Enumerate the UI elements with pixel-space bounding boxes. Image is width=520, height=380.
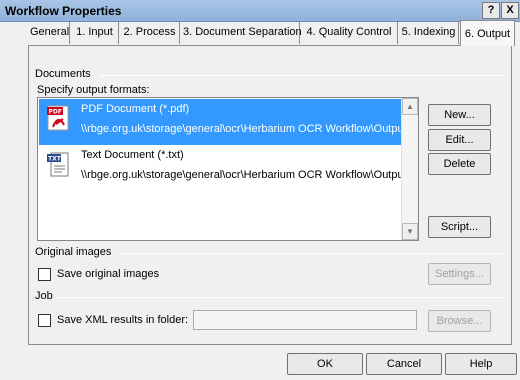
job-divider bbox=[58, 297, 504, 298]
tab-input[interactable]: 1. Input bbox=[71, 22, 119, 44]
documents-group-label: Documents bbox=[35, 68, 95, 80]
cancel-button[interactable]: Cancel bbox=[366, 353, 442, 375]
xml-folder-field[interactable] bbox=[193, 310, 417, 330]
original-images-group-label: Original images bbox=[35, 246, 116, 258]
format-name: Text Document (*.txt) bbox=[81, 149, 184, 161]
output-formats-label: Specify output formats: bbox=[37, 84, 154, 96]
list-scrollbar[interactable]: ▲ ▼ bbox=[401, 98, 418, 240]
scroll-up-arrow-icon[interactable]: ▲ bbox=[402, 98, 418, 115]
save-original-images-checkbox[interactable] bbox=[38, 268, 51, 281]
job-group-label: Job bbox=[35, 290, 57, 302]
svg-text:TXT: TXT bbox=[48, 156, 62, 163]
edit-format-button[interactable]: Edit... bbox=[428, 129, 491, 151]
title-bar: Workflow Properties ? X bbox=[0, 0, 520, 22]
tab-strip: General 1. Input 2. Process 3. Document … bbox=[0, 20, 520, 46]
tab-indexing[interactable]: 5. Indexing bbox=[399, 22, 459, 44]
settings-button[interactable]: Settings... bbox=[428, 263, 491, 285]
tab-quality-control[interactable]: 4. Quality Control bbox=[301, 22, 398, 44]
browse-button[interactable]: Browse... bbox=[428, 310, 491, 332]
documents-divider bbox=[100, 75, 504, 76]
tab-general[interactable]: General bbox=[28, 22, 70, 44]
format-path: \\rbge.org.uk\storage\general\ocr\Herbar… bbox=[81, 169, 403, 181]
pdf-icon: PDF bbox=[47, 105, 69, 131]
txt-icon: TXT bbox=[47, 152, 69, 177]
script-button[interactable]: Script... bbox=[428, 216, 491, 238]
save-original-images-label: Save original images bbox=[57, 268, 160, 280]
help-button[interactable]: Help bbox=[445, 353, 517, 375]
format-name: PDF Document (*.pdf) bbox=[81, 103, 190, 115]
svg-text:PDF: PDF bbox=[49, 109, 62, 116]
list-item-txt[interactable]: TXT Text Document (*.txt) \\rbge.org.uk\… bbox=[39, 145, 403, 191]
save-xml-checkbox[interactable] bbox=[38, 314, 51, 327]
list-item-pdf[interactable]: PDF PDF Document (*.pdf) \\rbge.org.uk\s… bbox=[39, 99, 403, 145]
tab-process[interactable]: 2. Process bbox=[120, 22, 180, 44]
output-formats-list[interactable]: PDF PDF Document (*.pdf) \\rbge.org.uk\s… bbox=[37, 97, 419, 241]
window-title: Workflow Properties bbox=[5, 4, 122, 18]
close-button[interactable]: X bbox=[501, 2, 519, 19]
save-xml-label: Save XML results in folder: bbox=[57, 314, 189, 326]
tab-document-separation[interactable]: 3. Document Separation bbox=[181, 22, 302, 44]
workflow-properties-dialog: Workflow Properties ? X General 1. Input… bbox=[0, 0, 520, 380]
format-path: \\rbge.org.uk\storage\general\ocr\Herbar… bbox=[81, 123, 403, 135]
new-format-button[interactable]: New... bbox=[428, 104, 491, 126]
ok-button[interactable]: OK bbox=[287, 353, 363, 375]
scroll-down-arrow-icon[interactable]: ▼ bbox=[402, 223, 418, 240]
help-title-button[interactable]: ? bbox=[482, 2, 500, 19]
help-icon: ? bbox=[487, 4, 495, 16]
close-icon: X bbox=[506, 4, 514, 16]
tab-output[interactable]: 6. Output bbox=[460, 20, 515, 46]
delete-format-button[interactable]: Delete bbox=[428, 153, 491, 175]
original-images-divider bbox=[120, 253, 504, 254]
